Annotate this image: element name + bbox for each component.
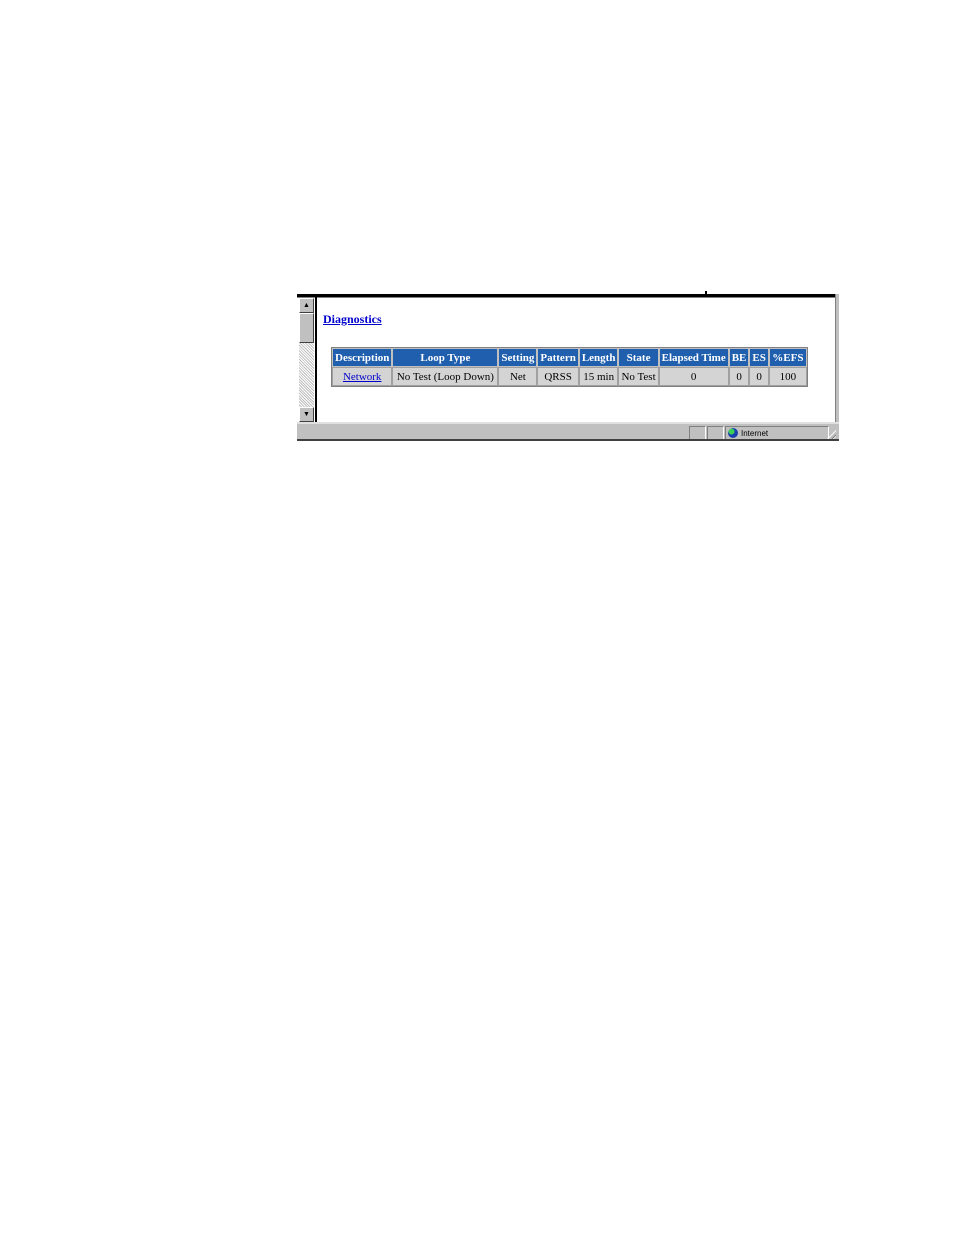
vertical-scrollbar[interactable]: ▲ ▼ xyxy=(299,298,314,422)
cell-es: 0 xyxy=(749,367,769,386)
cell-loop-type: No Test (Loop Down) xyxy=(392,367,499,386)
cell-efs: 100 xyxy=(768,367,807,386)
col-header-be: BE xyxy=(728,348,750,367)
cell-length: 15 min xyxy=(578,367,619,386)
arrow-down-icon: ▼ xyxy=(303,410,310,418)
frame-divider xyxy=(315,296,317,422)
col-header-pattern: Pattern xyxy=(537,348,579,367)
globe-icon xyxy=(728,428,738,438)
diagnostics-heading-link[interactable]: Diagnostics xyxy=(323,312,382,327)
col-header-setting: Setting xyxy=(498,348,538,367)
browser-window: ▲ ▼ Diagnostics Description Loop Type Se… xyxy=(297,291,839,441)
col-header-length: Length xyxy=(578,348,619,367)
col-header-state: State xyxy=(618,348,659,367)
window-bottom-border xyxy=(297,439,839,441)
network-link[interactable]: Network xyxy=(343,371,382,383)
diagnostics-table: Description Loop Type Setting Pattern Le… xyxy=(331,347,808,387)
cell-description: Network xyxy=(332,367,393,386)
zone-label: Internet xyxy=(741,428,769,438)
border-tick xyxy=(705,291,707,295)
scroll-down-button[interactable]: ▼ xyxy=(299,407,314,422)
window-right-border xyxy=(835,294,839,428)
status-pane-empty-1 xyxy=(689,426,706,440)
table-row: Network No Test (Loop Down) Net QRSS 15 … xyxy=(332,367,807,386)
cell-state: No Test xyxy=(618,367,659,386)
table-header-row: Description Loop Type Setting Pattern Le… xyxy=(332,348,807,367)
scroll-thumb[interactable] xyxy=(299,313,314,343)
cell-pattern: QRSS xyxy=(537,367,579,386)
col-header-es: ES xyxy=(749,348,769,367)
cell-setting: Net xyxy=(498,367,538,386)
col-header-efs: %EFS xyxy=(768,348,807,367)
arrow-up-icon: ▲ xyxy=(303,301,310,309)
window-top-border xyxy=(297,291,837,298)
cell-be: 0 xyxy=(728,367,750,386)
scroll-up-button[interactable]: ▲ xyxy=(299,298,314,313)
cell-elapsed-time: 0 xyxy=(658,367,729,386)
security-zone-pane: Internet xyxy=(725,426,829,440)
page-content: Diagnostics Description Loop Type Settin… xyxy=(321,306,831,421)
col-header-description: Description xyxy=(332,348,393,367)
col-header-loop-type: Loop Type xyxy=(392,348,499,367)
col-header-elapsed-time: Elapsed Time xyxy=(658,348,729,367)
status-pane-empty-2 xyxy=(707,426,724,440)
